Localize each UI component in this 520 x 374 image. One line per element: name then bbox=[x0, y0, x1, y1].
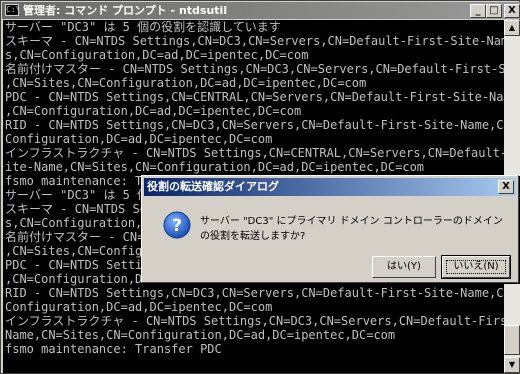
console-titlebar[interactable]: C:\ 管理者: コマンド プロンプト - ntdsutil _ □ X bbox=[2, 2, 520, 19]
no-button[interactable]: いいえ(N) bbox=[441, 255, 511, 279]
scroll-down-button[interactable]: ▼ bbox=[504, 357, 520, 373]
console-line: ,CN=Sites,CN=Configuration,DC=ad,DC=ipen… bbox=[5, 76, 367, 90]
scroll-thumb[interactable] bbox=[504, 325, 520, 355]
transfer-confirmation-dialog: 役割の転送確認ダイアログ X ? サーバー "DC3" にプライマリ ドメイン … bbox=[141, 175, 519, 283]
console-line: Configuration,DC=ad,DC=ipentec,DC=com bbox=[5, 132, 273, 146]
yes-button-label: はい(Y) bbox=[387, 261, 421, 272]
console-line: インフラストラクチャ - CN=NTDS Settings,CN=DC3,CN=… bbox=[5, 314, 504, 328]
console-line: ite-Name,CN=Sites,CN=Configuration,DC=ad… bbox=[5, 160, 425, 174]
dialog-close-button[interactable]: X bbox=[498, 180, 514, 194]
console-line: Configuration,DC=ad,DC=ipentec,DC=com bbox=[5, 300, 273, 314]
window-title: 管理者: コマンド プロンプト - ntdsutil bbox=[23, 4, 228, 17]
console-line: サーバー "DC3" は 5 個の役割を認識しています bbox=[5, 20, 281, 34]
console-line: ,CN=Configuration,DC=ad,DC=ipentec,DC=co… bbox=[5, 104, 302, 118]
console-line: RID - CN=NTDS Settings,CN=DC3,CN=Servers… bbox=[5, 286, 504, 300]
console-line: インフラストラクチャ - CN=NTDS Settings,CN=CENTRAL… bbox=[5, 146, 504, 160]
svg-text:?: ? bbox=[172, 216, 182, 236]
dialog-message: サーバー "DC3" にプライマリ ドメイン コントローラーのドメインの役割を転… bbox=[200, 216, 503, 242]
dialog-title: 役割の転送確認ダイアログ bbox=[147, 180, 279, 193]
dialog-titlebar[interactable]: 役割の転送確認ダイアログ X bbox=[144, 178, 516, 196]
question-icon: ? bbox=[162, 210, 192, 240]
yes-button[interactable]: はい(Y) bbox=[372, 256, 436, 278]
console-line: RID - CN=NTDS Settings,CN=DC3,CN=Servers… bbox=[5, 118, 504, 132]
console-line: 名前付けマスター - CN=NTDS Settings,CN=DC3,CN=Se… bbox=[5, 62, 504, 76]
console-line: スキーマ - CN=NTDS Settings,CN=DC3,CN=Server… bbox=[5, 34, 504, 48]
command-prompt-icon: C:\ bbox=[5, 4, 21, 16]
no-button-label: いいえ(N) bbox=[453, 261, 499, 272]
console-line: fsmo maintenance: Transfer PDC bbox=[5, 342, 222, 356]
maximize-button[interactable]: □ bbox=[486, 4, 502, 18]
console-line: Name,CN=Sites,CN=Configuration,DC=ad,DC=… bbox=[5, 328, 396, 342]
console-line: PDC - CN=NTDS Settings,CN=CENTRAL,CN=Ser… bbox=[5, 90, 504, 104]
console-line: s,CN=Configuration,DC=ad,DC=ipentec,DC=c… bbox=[5, 48, 309, 62]
close-button[interactable]: X bbox=[504, 4, 520, 18]
scroll-up-button[interactable]: ▲ bbox=[504, 20, 520, 36]
minimize-button[interactable]: _ bbox=[470, 4, 486, 18]
